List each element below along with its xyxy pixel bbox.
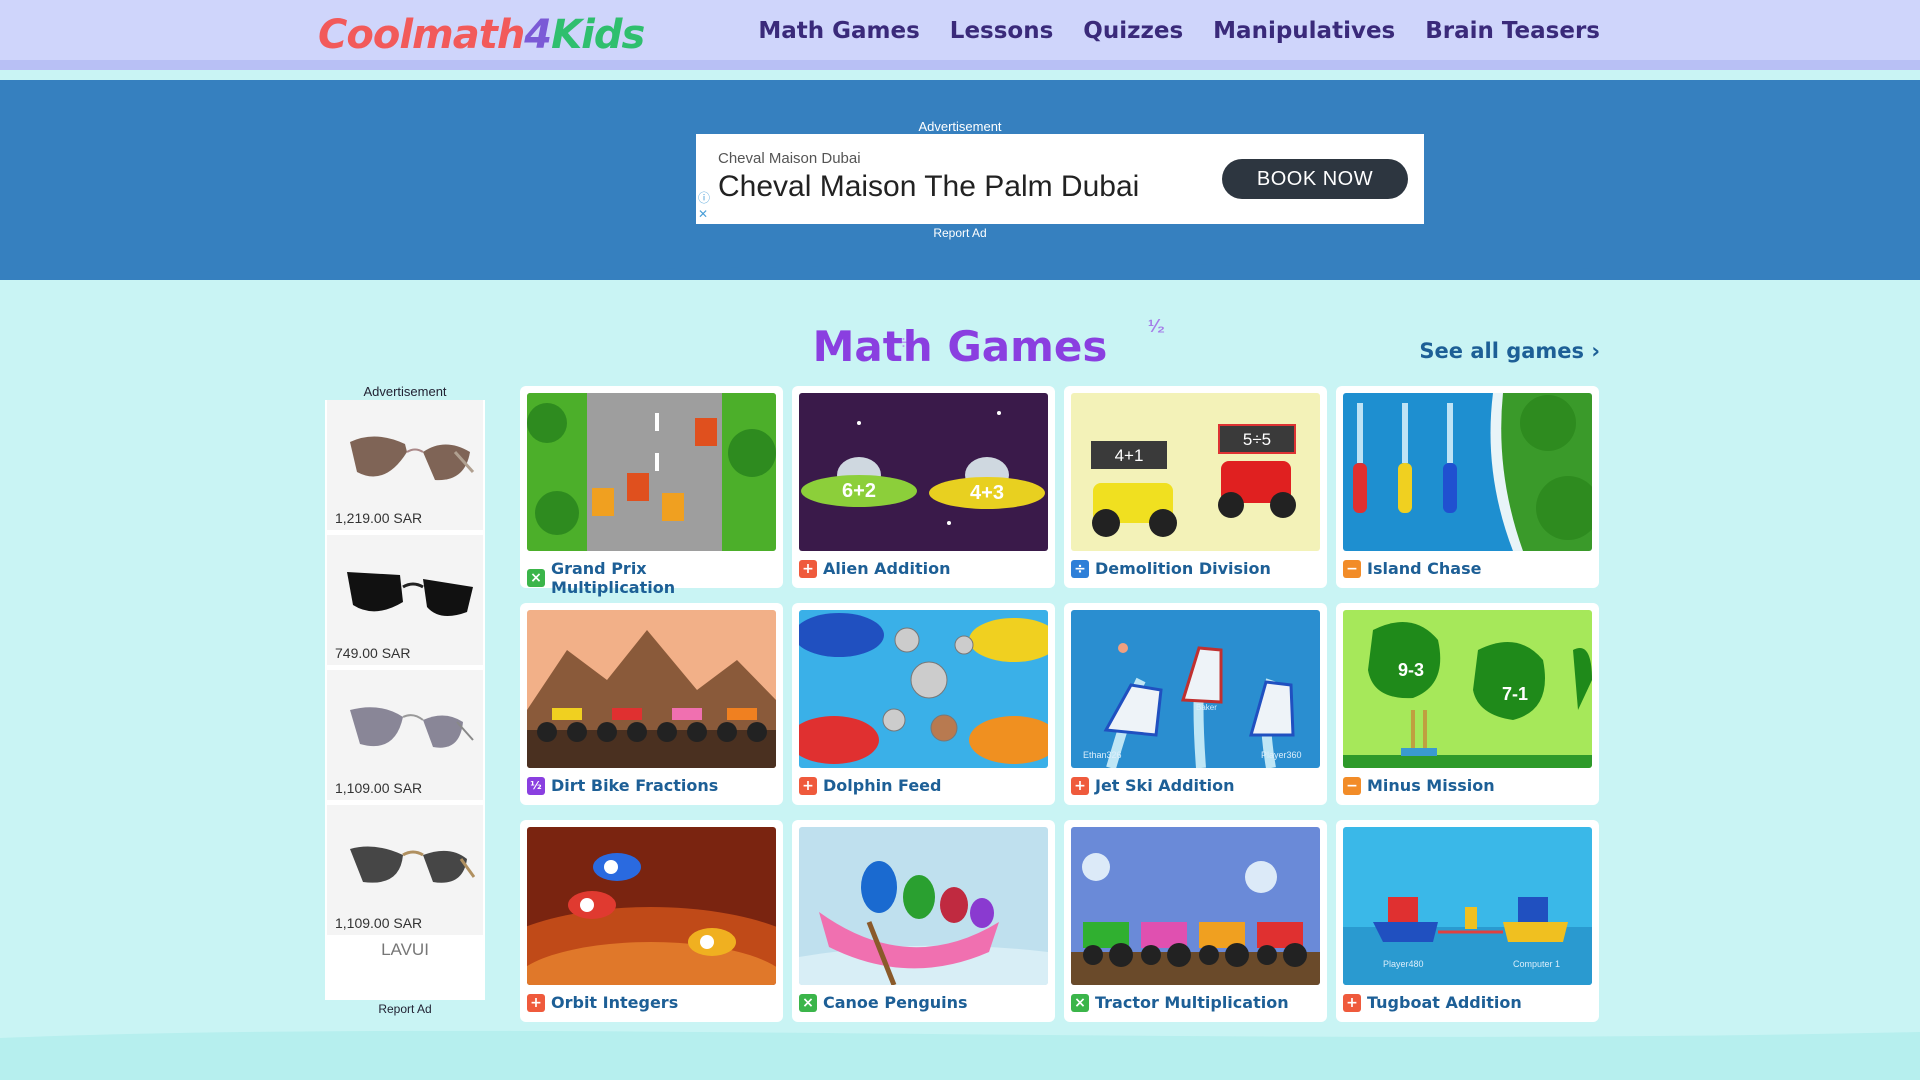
game-card-jet-ski-addition[interactable]: Ethan326 Baker Player360 + Jet Ski Addit…	[1064, 603, 1327, 805]
plus-icon: +	[799, 559, 817, 578]
product-price: 1,219.00 SAR	[335, 510, 423, 526]
games-grid: × Grand Prix Multiplication 6+2 4+3 + Al…	[520, 386, 1600, 1022]
tugboat-player-1: Player480	[1383, 959, 1424, 969]
ad-info-icon[interactable]: ⓘ ✕	[698, 190, 710, 222]
ad-label: Advertisement	[918, 119, 1002, 134]
jetski-player-3: Player360	[1261, 750, 1302, 760]
game-card-island-chase[interactable]: − Island Chase	[1336, 386, 1599, 588]
side-ad[interactable]: ✕ ⓘ 1,219.00 SAR 749.00 SAR 1,109.00 SAR	[325, 400, 485, 1000]
nav-manipulatives[interactable]: Manipulatives	[1213, 18, 1395, 44]
ad-brand: LAVUI	[381, 940, 429, 959]
game-title[interactable]: Tractor Multiplication	[1095, 993, 1289, 1012]
product-price: 749.00 SAR	[335, 645, 411, 661]
game-card-demolition-division[interactable]: 4+1 5÷5 ÷ Demolition Division	[1064, 386, 1327, 588]
game-thumbnail[interactable]	[1071, 827, 1320, 985]
logo-text-kids: Kids	[551, 12, 645, 58]
plus-icon: +	[527, 993, 545, 1012]
nav-brain-teasers[interactable]: Brain Teasers	[1425, 18, 1600, 44]
report-ad-link[interactable]: Report Ad	[0, 226, 1920, 240]
report-ad-link[interactable]: Report Ad	[325, 1002, 485, 1016]
jetski-player-2: Baker	[1196, 703, 1217, 712]
game-title[interactable]: Dolphin Feed	[823, 776, 941, 795]
game-card-grand-prix-multiplication[interactable]: × Grand Prix Multiplication	[520, 386, 783, 597]
game-thumbnail[interactable]: 9-3 7-1	[1343, 610, 1592, 768]
game-title[interactable]: Orbit Integers	[551, 993, 678, 1012]
game-thumbnail[interactable]	[799, 610, 1048, 768]
game-thumbnail[interactable]	[1343, 393, 1592, 551]
alien-problem-1: 6+2	[842, 480, 876, 502]
minus-icon: −	[1343, 559, 1361, 578]
game-thumbnail[interactable]: Ethan326 Baker Player360	[1071, 610, 1320, 768]
ad-advertiser: Cheval Maison Dubai	[718, 150, 861, 167]
game-card-dirt-bike-fractions[interactable]: ½ Dirt Bike Fractions	[520, 603, 783, 805]
product-price: 1,109.00 SAR	[335, 780, 423, 796]
game-title[interactable]: Alien Addition	[823, 559, 950, 578]
site-header: Coolmath4Kids Math Games Lessons Quizzes…	[0, 0, 1920, 70]
game-card-minus-mission[interactable]: 9-3 7-1 − Minus Mission	[1336, 603, 1599, 805]
tugboat-player-2: Computer 1	[1513, 959, 1560, 969]
nav-quizzes[interactable]: Quizzes	[1083, 18, 1183, 44]
game-thumbnail[interactable]: 6+2 4+3	[799, 393, 1048, 551]
product-price: 1,109.00 SAR	[335, 915, 423, 931]
plus-icon: +	[1071, 776, 1089, 795]
nav-lessons[interactable]: Lessons	[950, 18, 1054, 44]
game-card-canoe-penguins[interactable]: × Canoe Penguins	[792, 820, 1055, 1022]
bottom-wave	[0, 1030, 1920, 1080]
game-thumbnail[interactable]: Player480 Computer 1	[1343, 827, 1592, 985]
fraction-icon: ½	[527, 776, 545, 795]
game-title[interactable]: Demolition Division	[1095, 559, 1271, 578]
nav-math-games[interactable]: Math Games	[758, 18, 919, 44]
game-title[interactable]: Jet Ski Addition	[1095, 776, 1235, 795]
section-title: Math Games	[812, 322, 1108, 371]
sunglasses-image	[347, 572, 473, 616]
plus-icon: +	[799, 776, 817, 795]
minus-problem-2: 7-1	[1502, 684, 1528, 704]
game-title[interactable]: Minus Mission	[1367, 776, 1495, 795]
see-all-games-link[interactable]: See all games ›	[1419, 339, 1600, 363]
demolition-problem-1: 4+1	[1115, 446, 1144, 465]
game-card-alien-addition[interactable]: 6+2 4+3 + Alien Addition	[792, 386, 1055, 588]
ad-product[interactable]: 1,109.00 SAR	[327, 670, 483, 802]
multiply-icon: ×	[1071, 993, 1089, 1012]
game-card-orbit-integers[interactable]: + Orbit Integers	[520, 820, 783, 1022]
sunglasses-image	[350, 707, 474, 748]
main-nav: Math Games Lessons Quizzes Manipulatives…	[758, 18, 1600, 44]
game-card-tractor-multiplication[interactable]: × Tractor Multiplication	[1064, 820, 1327, 1022]
game-thumbnail[interactable]	[799, 827, 1048, 985]
game-card-dolphin-feed[interactable]: + Dolphin Feed	[792, 603, 1055, 805]
multiply-icon: ×	[799, 993, 817, 1012]
logo-text-4: 4	[524, 12, 552, 58]
minus-icon: −	[1343, 776, 1361, 795]
banner-ad[interactable]: Cheval Maison Dubai Cheval Maison The Pa…	[696, 134, 1424, 224]
ad-product[interactable]: 1,109.00 SAR	[327, 805, 483, 937]
jetski-player-1: Ethan326	[1083, 750, 1122, 760]
game-thumbnail[interactable]: 4+1 5÷5	[1071, 393, 1320, 551]
game-title[interactable]: Island Chase	[1367, 559, 1481, 578]
plus-icon: +	[1343, 993, 1361, 1012]
game-title[interactable]: Canoe Penguins	[823, 993, 968, 1012]
sunglasses-image	[350, 436, 475, 481]
site-logo[interactable]: Coolmath4Kids	[318, 12, 645, 58]
game-title[interactable]: Grand Prix Multiplication	[551, 559, 776, 597]
game-thumbnail[interactable]	[527, 393, 776, 551]
divide-icon: ÷	[1071, 559, 1089, 578]
side-ad-label: Advertisement	[363, 384, 447, 399]
ad-product[interactable]: 1,219.00 SAR	[327, 400, 483, 532]
logo-text-coolmath: Coolmath	[318, 12, 525, 58]
alien-problem-2: 4+3	[970, 482, 1004, 504]
demolition-problem-2: 5÷5	[1243, 430, 1271, 449]
game-thumbnail[interactable]	[527, 827, 776, 985]
game-title[interactable]: Tugboat Addition	[1367, 993, 1522, 1012]
game-thumbnail[interactable]	[527, 610, 776, 768]
ad-headline[interactable]: Cheval Maison The Palm Dubai	[718, 170, 1139, 204]
game-title[interactable]: Dirt Bike Fractions	[551, 776, 718, 795]
game-card-tugboat-addition[interactable]: Player480 Computer 1 + Tugboat Addition	[1336, 820, 1599, 1022]
ad-product[interactable]: 749.00 SAR	[327, 535, 483, 667]
sunglasses-image	[350, 846, 475, 883]
book-now-button[interactable]: BOOK NOW	[1222, 159, 1408, 199]
band-wave	[0, 255, 1920, 273]
minus-problem-1: 9-3	[1398, 660, 1424, 680]
multiply-icon: ×	[527, 569, 545, 587]
